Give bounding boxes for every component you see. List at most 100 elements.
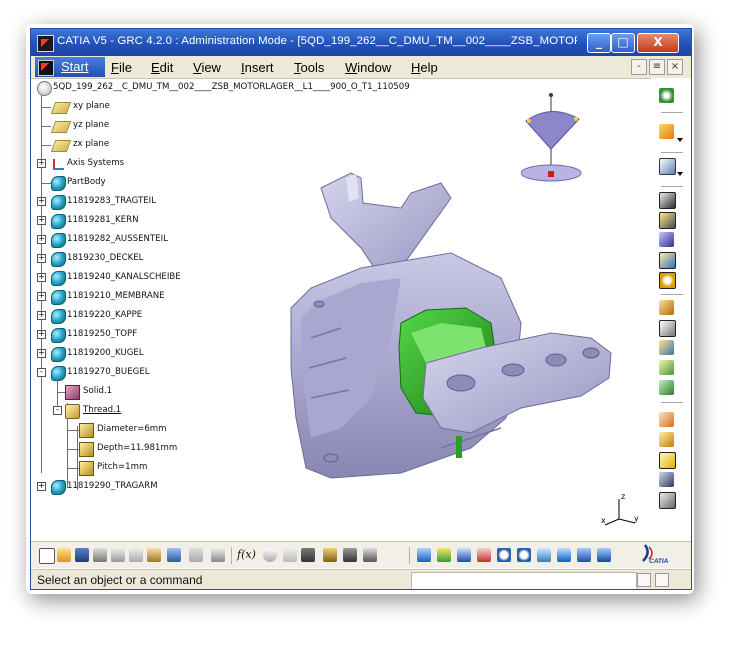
knowledge-icon[interactable] [343, 548, 357, 562]
expand-toggle[interactable]: + [37, 311, 46, 320]
menu-edit[interactable]: Edit [151, 60, 173, 75]
collapse-toggle[interactable]: - [37, 368, 46, 377]
expand-toggle[interactable]: + [37, 482, 46, 491]
zoom-in-icon[interactable] [497, 548, 511, 562]
expand-toggle[interactable]: + [37, 159, 46, 168]
tree-node-deckel[interactable]: 1819230_DECKEL [51, 251, 251, 267]
pan-icon[interactable] [457, 548, 471, 562]
zoom-out-icon[interactable] [517, 548, 531, 562]
tree-node-yz-plane[interactable]: yz plane [50, 118, 171, 134]
cut-icon[interactable] [111, 548, 125, 562]
normal-view-icon[interactable] [537, 548, 551, 562]
menu-tools[interactable]: Tools [294, 60, 324, 75]
minimize-button[interactable]: _ [587, 33, 611, 53]
menu-window[interactable]: Window [345, 60, 391, 75]
expand-toggle[interactable]: + [37, 216, 46, 225]
mdi-close-button[interactable]: × [667, 59, 683, 75]
catalog-icon[interactable] [323, 548, 337, 562]
rotate-icon[interactable] [659, 432, 674, 447]
chamfer-icon[interactable] [659, 320, 676, 337]
sketch-icon[interactable] [659, 158, 676, 175]
shaft-icon[interactable] [659, 232, 674, 247]
status-button-right[interactable] [655, 573, 669, 587]
tree-node-aussenteil[interactable]: 11819282_AUSSENTEIL [51, 232, 251, 248]
mirror-icon[interactable] [659, 452, 676, 469]
pattern-icon[interactable] [659, 472, 674, 487]
shading-icon[interactable] [597, 548, 611, 562]
groove-icon[interactable] [659, 252, 676, 269]
menu-view[interactable]: View [193, 60, 221, 75]
formula-button[interactable]: f(x) [237, 548, 256, 561]
translate-icon[interactable] [659, 412, 674, 427]
navigation-compass[interactable] [520, 91, 601, 191]
paste-icon[interactable] [147, 548, 161, 562]
tree-node-pitch[interactable]: Pitch=1mm [79, 460, 239, 476]
title-bar[interactable]: CATIA V5 - GRC 4.2.0 : Administration Mo… [31, 29, 691, 56]
redo-icon[interactable] [189, 548, 203, 562]
whats-this-icon[interactable] [211, 548, 225, 562]
expand-toggle[interactable]: + [37, 349, 46, 358]
menu-help[interactable]: Help [411, 60, 438, 75]
tree-node-depth[interactable]: Depth=11.981mm [79, 441, 239, 457]
select-icon[interactable] [659, 124, 674, 139]
iso-view-icon[interactable] [577, 548, 591, 562]
collapse-toggle[interactable]: - [53, 406, 62, 415]
tree-node-tragteil[interactable]: 11819283_TRAGTEIL [51, 194, 251, 210]
tree-node-buegel[interactable]: 11819270_BUEGEL [51, 365, 251, 381]
fillet-icon[interactable] [659, 300, 674, 315]
command-input[interactable] [411, 572, 637, 589]
info-icon[interactable] [283, 548, 297, 562]
draft-icon[interactable] [659, 340, 674, 355]
thickness-icon[interactable] [659, 380, 674, 395]
expand-toggle[interactable]: + [37, 292, 46, 301]
catia-app-icon[interactable] [37, 35, 54, 52]
tree-node-diameter[interactable]: Diameter=6mm [79, 422, 239, 438]
undo-icon[interactable] [167, 548, 181, 562]
restore-button[interactable]: □ [611, 33, 635, 53]
close-button[interactable]: X [637, 33, 679, 53]
tree-root[interactable]: 5QD_199_262__C_DMU_TM__002____ZSB_MOTORL… [37, 80, 410, 96]
new-icon[interactable] [39, 548, 55, 564]
tree-node-kappe[interactable]: 11819220_KAPPE [51, 308, 251, 324]
comment-icon[interactable] [263, 548, 277, 562]
hole-icon[interactable] [659, 272, 676, 289]
print-icon[interactable] [93, 548, 107, 562]
expand-toggle[interactable]: + [37, 273, 46, 282]
mdi-restore-button[interactable]: ≡ [649, 59, 665, 75]
multi-view-icon[interactable] [557, 548, 571, 562]
expand-toggle[interactable]: + [37, 197, 46, 206]
tree-node-kugel[interactable]: 11819200_KUGEL [51, 346, 251, 362]
tree-node-zx-plane[interactable]: zx plane [50, 137, 171, 153]
scaling-icon[interactable] [659, 492, 676, 509]
tree-node-kanalscheibe[interactable]: 11819240_KANALSCHEIBE [51, 270, 251, 286]
tree-node-xy-plane[interactable]: xy plane [50, 99, 171, 115]
expand-toggle[interactable]: + [37, 235, 46, 244]
fly-mode-icon[interactable] [417, 548, 431, 562]
dropdown-arrow-icon[interactable] [677, 138, 683, 142]
tree-node-membrane[interactable]: 11819210_MEMBRANE [51, 289, 251, 305]
mdi-minimize-button[interactable]: - [631, 59, 647, 75]
start-menu-button[interactable]: Start [35, 57, 105, 77]
table-icon[interactable] [301, 548, 315, 562]
tree-node-thread[interactable]: Thread.1 [65, 403, 225, 419]
expand-toggle[interactable]: + [37, 254, 46, 263]
tree-node-tragarm[interactable]: 11819290_TRAGARM [51, 479, 251, 495]
sketcher-icon[interactable] [659, 88, 674, 103]
menu-file[interactable]: File [111, 60, 132, 75]
tree-node-solid[interactable]: Solid.1 [65, 384, 225, 400]
menu-insert[interactable]: Insert [241, 60, 274, 75]
expand-toggle[interactable]: + [37, 330, 46, 339]
status-button-left[interactable] [637, 573, 651, 587]
copy-icon[interactable] [129, 548, 143, 562]
rotate-view-icon[interactable] [477, 548, 491, 562]
measure-icon[interactable] [363, 548, 377, 562]
open-icon[interactable] [57, 548, 71, 562]
fit-all-icon[interactable] [437, 548, 451, 562]
save-icon[interactable] [75, 548, 89, 562]
pocket-icon[interactable] [659, 212, 676, 229]
dropdown-arrow-icon[interactable] [677, 172, 683, 176]
pad-icon[interactable] [659, 192, 676, 209]
shell-icon[interactable] [659, 360, 674, 375]
tree-node-kern[interactable]: 11819281_KERN [51, 213, 251, 229]
tree-node-partbody[interactable]: PartBody [51, 175, 211, 191]
